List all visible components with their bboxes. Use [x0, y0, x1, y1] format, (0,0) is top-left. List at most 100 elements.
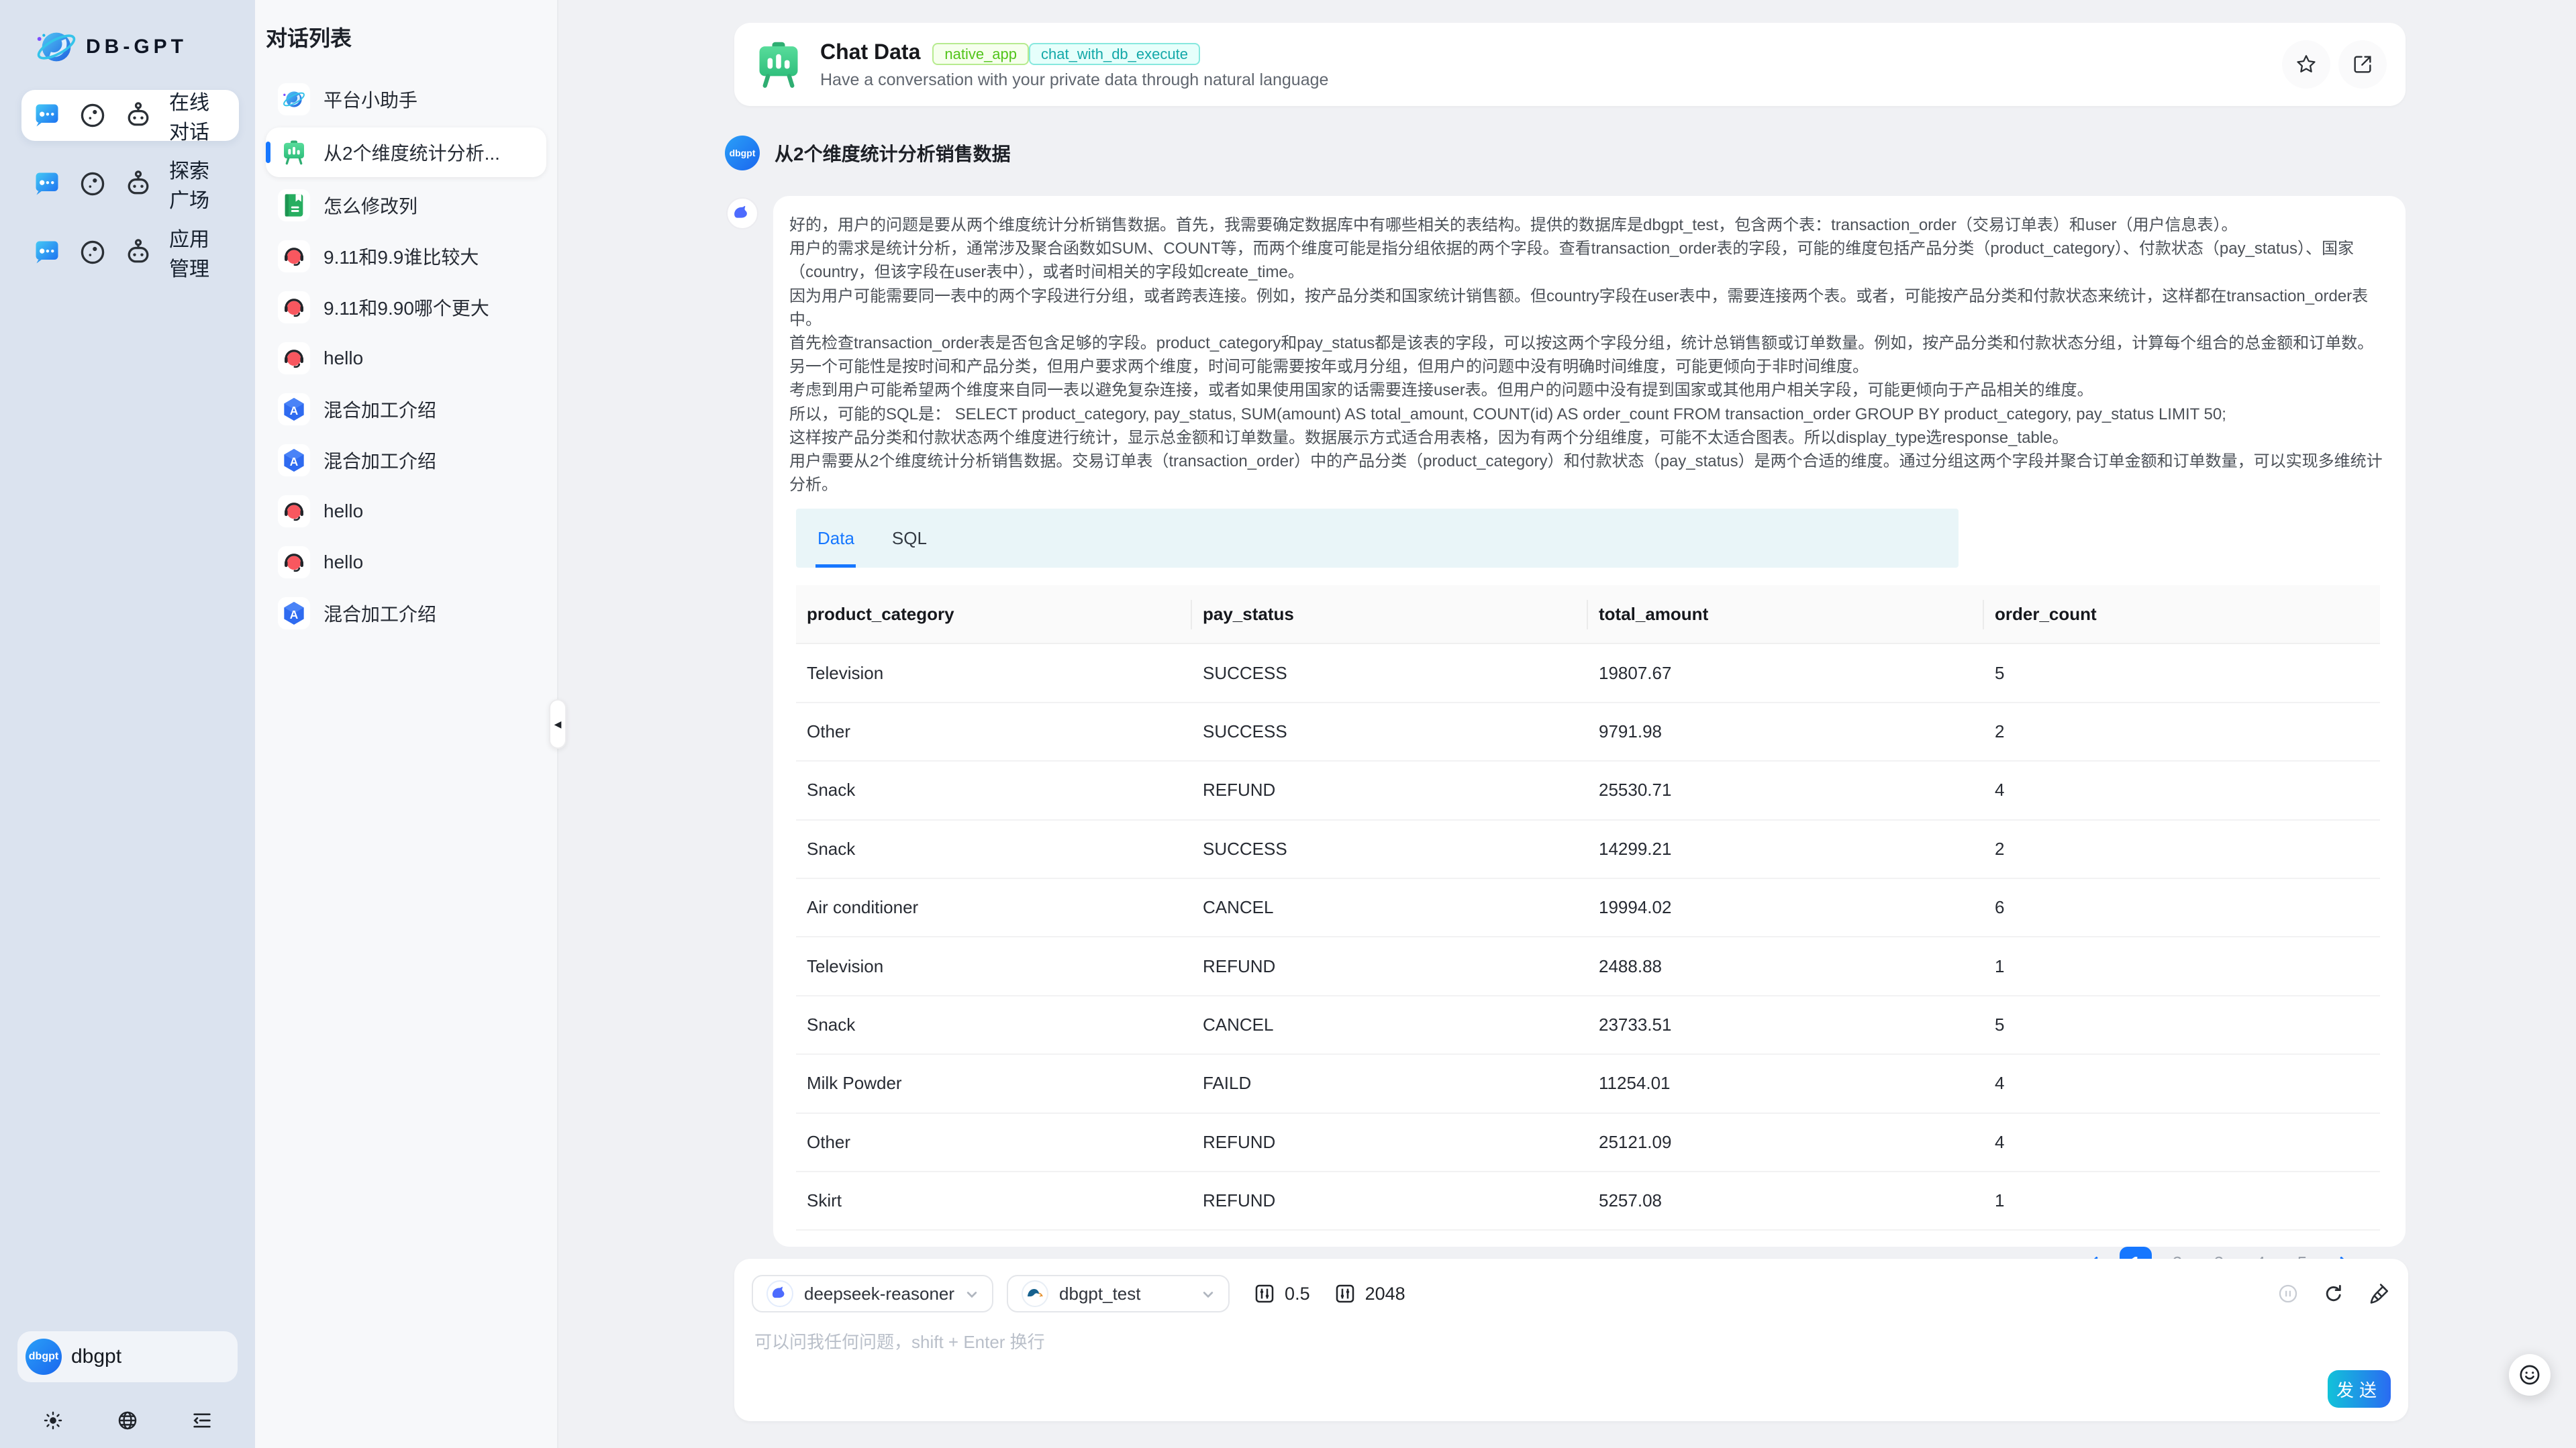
svg-text:A: A	[290, 455, 299, 468]
table-row: Snack REFUND 25530.71 4	[796, 762, 2380, 820]
temperature-control[interactable]: 0.5	[1254, 1283, 1310, 1304]
sidebar-nav-label: 在线对话	[169, 86, 228, 145]
conversation-item[interactable]: A hello	[266, 488, 546, 534]
table-row: Snack SUCCESS 14299.21 2	[796, 821, 2380, 879]
reasoning-paragraph: 用户需要从2个维度统计分析销售数据。交易订单表（transaction_orde…	[789, 450, 2387, 497]
conversation-icon: A	[278, 240, 310, 272]
conversation-item[interactable]: A 混合加工介绍	[266, 386, 546, 432]
assistant-reasoning: 好的，用户的问题是要从两个维度统计分析销售数据。首先，我需要确定数据库中有哪些相…	[789, 213, 2387, 497]
cell-total-amount: 2488.88	[1588, 937, 1984, 994]
cell-product-category: Other	[796, 1114, 1192, 1171]
cell-product-category: Snack	[796, 821, 1192, 878]
language-globe-icon[interactable]	[116, 1409, 139, 1432]
table-row: Television SUCCESS 19807.67 5	[796, 644, 2380, 703]
conversation-item[interactable]: A 9.11和9.90哪个更大	[266, 285, 546, 330]
share-button[interactable]	[2338, 40, 2387, 89]
table-row: Milk Powder FAILD 11254.01 4	[796, 1055, 2380, 1113]
chat-data-app-icon	[753, 39, 804, 90]
cell-product-category: Snack	[796, 762, 1192, 819]
result-tab[interactable]: SQL	[892, 509, 927, 568]
cell-total-amount: 23733.51	[1588, 996, 1984, 1053]
reasoning-paragraph: 因为用户可能需要同一表中的两个字段进行分组，或者跨表连接。例如，按产品分类和国家…	[789, 285, 2387, 331]
chevron-down-icon	[1201, 1282, 1215, 1306]
conversation-item[interactable]: A 混合加工介绍	[266, 437, 546, 483]
cell-total-amount: 25530.71	[1588, 762, 1984, 819]
composer-actions	[2277, 1282, 2391, 1305]
cell-total-amount: 25121.09	[1588, 1114, 1984, 1171]
conversation-icon: A	[278, 444, 310, 476]
cell-order-count: 6	[1984, 879, 2380, 936]
clear-broom-icon[interactable]	[2368, 1282, 2391, 1305]
result-tab[interactable]: Data	[818, 509, 854, 568]
conversation-item[interactable]: A hello	[266, 539, 546, 585]
send-button[interactable]: 发送	[2328, 1370, 2391, 1408]
conversation-icon: A	[278, 136, 310, 168]
conversation-icon: A	[278, 597, 310, 629]
header-tags: native_appchat_with_db_execute	[932, 40, 1200, 65]
panel-collapse-handle[interactable]: ◀	[549, 699, 566, 749]
page-title: Chat Data	[820, 40, 920, 64]
logo[interactable]: DB-GPT	[0, 0, 255, 68]
message-input[interactable]	[752, 1326, 2228, 1388]
chevron-down-icon	[965, 1282, 979, 1306]
refresh-icon[interactable]	[2322, 1282, 2345, 1305]
reasoning-paragraph: 用户的需求是统计分析，通常涉及聚合函数如SUM、COUNT等，而两个维度可能是指…	[789, 237, 2387, 284]
cell-total-amount: 19807.67	[1588, 644, 1984, 701]
collapse-menu-icon[interactable]	[191, 1409, 213, 1432]
table-body: Television SUCCESS 19807.67 5 Other SUCC…	[796, 644, 2380, 1231]
cell-total-amount: 14299.21	[1588, 821, 1984, 878]
sidebar-user[interactable]: dbgpt dbgpt	[17, 1331, 238, 1382]
favorite-button[interactable]	[2282, 40, 2330, 89]
sidebar-nav-item[interactable]: 在线对话	[21, 90, 239, 141]
mysql-icon	[1022, 1280, 1048, 1307]
conversation-item[interactable]: A 怎么修改列	[266, 183, 546, 228]
theme-sun-icon[interactable]	[42, 1409, 64, 1432]
conversation-item[interactable]: A 平台小助手	[266, 76, 546, 122]
sidebar-nav-label: 应用管理	[169, 223, 228, 282]
database-selector[interactable]: dbgpt_test	[1007, 1275, 1230, 1312]
sidebar-nav-label: 探索广场	[169, 154, 228, 213]
deepseek-whale-icon	[732, 203, 752, 223]
cell-total-amount: 19994.02	[1588, 879, 1984, 936]
conversation-label: 9.11和9.9谁比较大	[324, 243, 479, 270]
cell-product-category: Snack	[796, 996, 1192, 1053]
conversation-panel: 对话列表	[255, 0, 558, 1448]
table-row: Air conditioner CANCEL 19994.02 6	[796, 879, 2380, 937]
conversation-label: hello	[324, 348, 363, 369]
cell-pay-status: SUCCESS	[1192, 644, 1588, 701]
cell-total-amount: 9791.98	[1588, 703, 1984, 760]
conversation-item[interactable]: A hello	[266, 335, 546, 381]
max-tokens-control[interactable]: 2048	[1334, 1283, 1405, 1304]
app-tag: chat_with_db_execute	[1029, 43, 1200, 65]
composer: deepseek-reasoner dbgpt_test	[734, 1259, 2408, 1421]
model-selector[interactable]: deepseek-reasoner	[752, 1275, 993, 1312]
cell-order-count: 1	[1984, 937, 2380, 994]
table-row: Snack CANCEL 23733.51 5	[796, 996, 2380, 1055]
deepseek-model-icon	[766, 1280, 793, 1307]
cell-pay-status: REFUND	[1192, 1172, 1588, 1229]
conversation-icon: A	[278, 291, 310, 323]
sidebar-nav-item[interactable]: 探索广场	[21, 158, 239, 209]
app-subtitle: Have a conversation with your private da…	[820, 70, 1328, 90]
conversation-item[interactable]: A 从2个维度统计分析...	[266, 127, 546, 177]
cell-total-amount: 11254.01	[1588, 1055, 1984, 1112]
pause-icon[interactable]	[2277, 1282, 2299, 1305]
cell-product-category: Milk Powder	[796, 1055, 1192, 1112]
conversation-list-title: 对话列表	[255, 0, 557, 52]
model-name: deepseek-reasoner	[804, 1284, 954, 1304]
sidebar-nav-item[interactable]: 应用管理	[21, 227, 239, 278]
cell-pay-status: SUCCESS	[1192, 703, 1588, 760]
table-column-header: total_amount	[1588, 585, 1984, 643]
feedback-fab[interactable]	[2509, 1354, 2550, 1396]
robot-icon	[123, 238, 153, 267]
cell-order-count: 4	[1984, 1114, 2380, 1171]
dbgpt-app: DB-GPT	[0, 0, 2576, 1448]
composer-toolbar: deepseek-reasoner dbgpt_test	[752, 1275, 2391, 1312]
conversation-item[interactable]: A 9.11和9.9谁比较大	[266, 234, 546, 279]
conversation-icon: A	[278, 393, 310, 425]
conversation-list: A 平台小助手	[255, 74, 557, 639]
cell-product-category: Television	[796, 644, 1192, 701]
conversation-icon: A	[278, 189, 310, 221]
conversation-item[interactable]: A 混合加工介绍	[266, 590, 546, 636]
assistant-message-card: 好的，用户的问题是要从两个维度统计分析销售数据。首先，我需要确定数据库中有哪些相…	[773, 196, 2406, 1247]
